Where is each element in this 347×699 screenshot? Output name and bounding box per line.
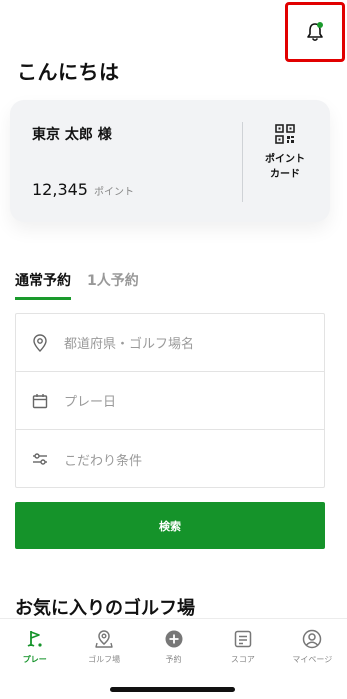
nav-golf-course[interactable]: ゴルフ場 <box>69 619 138 673</box>
search-form: 都道府県・ゴルフ場名 プレー日 こだわり条件 <box>15 313 325 488</box>
nav-score[interactable]: スコア <box>208 619 277 673</box>
bottom-nav: プレー ゴルフ場 予約 スコア マイページ <box>0 618 347 699</box>
nav-play[interactable]: プレー <box>0 619 69 673</box>
location-field[interactable]: 都道府県・ゴルフ場名 <box>16 314 324 372</box>
nav-score-label: スコア <box>230 655 255 664</box>
search-button[interactable]: 検索 <box>15 502 325 549</box>
tab-solo-reservation[interactable]: 1人予約 <box>87 270 139 300</box>
nav-play-label: プレー <box>22 655 47 664</box>
filter-sliders-icon <box>33 453 47 465</box>
points-unit: ポイント <box>93 187 134 198</box>
nav-reserve-label: 予約 <box>165 655 182 664</box>
qr-code-icon <box>275 124 295 144</box>
scorecard-icon <box>234 630 252 648</box>
location-placeholder: 都道府県・ゴルフ場名 <box>64 337 195 352</box>
conditions-field[interactable]: こだわり条件 <box>16 430 324 488</box>
reservation-tabs: 通常予約 1人予約 <box>15 270 139 300</box>
points-value: 12,345 <box>32 180 88 199</box>
nav-mypage[interactable]: マイページ <box>278 619 347 673</box>
location-pin-icon <box>33 333 47 352</box>
point-card-button[interactable]: ポイント カード <box>250 124 320 200</box>
notification-bell-button[interactable] <box>285 2 345 62</box>
nav-golf-course-label: ゴルフ場 <box>88 655 121 664</box>
favorites-title: お気に入りのゴルフ場 <box>15 598 195 619</box>
golf-flag-icon <box>27 631 42 647</box>
nav-mypage-label: マイページ <box>292 655 333 664</box>
tab-normal-reservation[interactable]: 通常予約 <box>15 270 71 300</box>
play-date-placeholder: プレー日 <box>64 395 117 410</box>
home-indicator <box>110 687 235 692</box>
map-pin-icon <box>95 630 113 648</box>
conditions-placeholder: こだわり条件 <box>64 453 143 469</box>
user-icon <box>303 629 322 649</box>
plus-circle-icon <box>165 630 183 648</box>
points-balance: 12,345 ポイント <box>32 180 134 199</box>
greeting-title: こんにちは <box>17 60 120 84</box>
card-divider <box>242 122 243 202</box>
calendar-icon <box>32 393 48 408</box>
play-date-field[interactable]: プレー日 <box>16 372 324 430</box>
bell-icon <box>307 22 323 42</box>
member-card: 東京 太郎 様 12,345 ポイント ポイント カード <box>10 100 330 222</box>
notification-dot <box>317 22 323 28</box>
member-name: 東京 太郎 様 <box>32 127 112 143</box>
nav-reserve[interactable]: 予約 <box>139 619 208 673</box>
point-card-label: ポイント カード <box>265 154 305 180</box>
